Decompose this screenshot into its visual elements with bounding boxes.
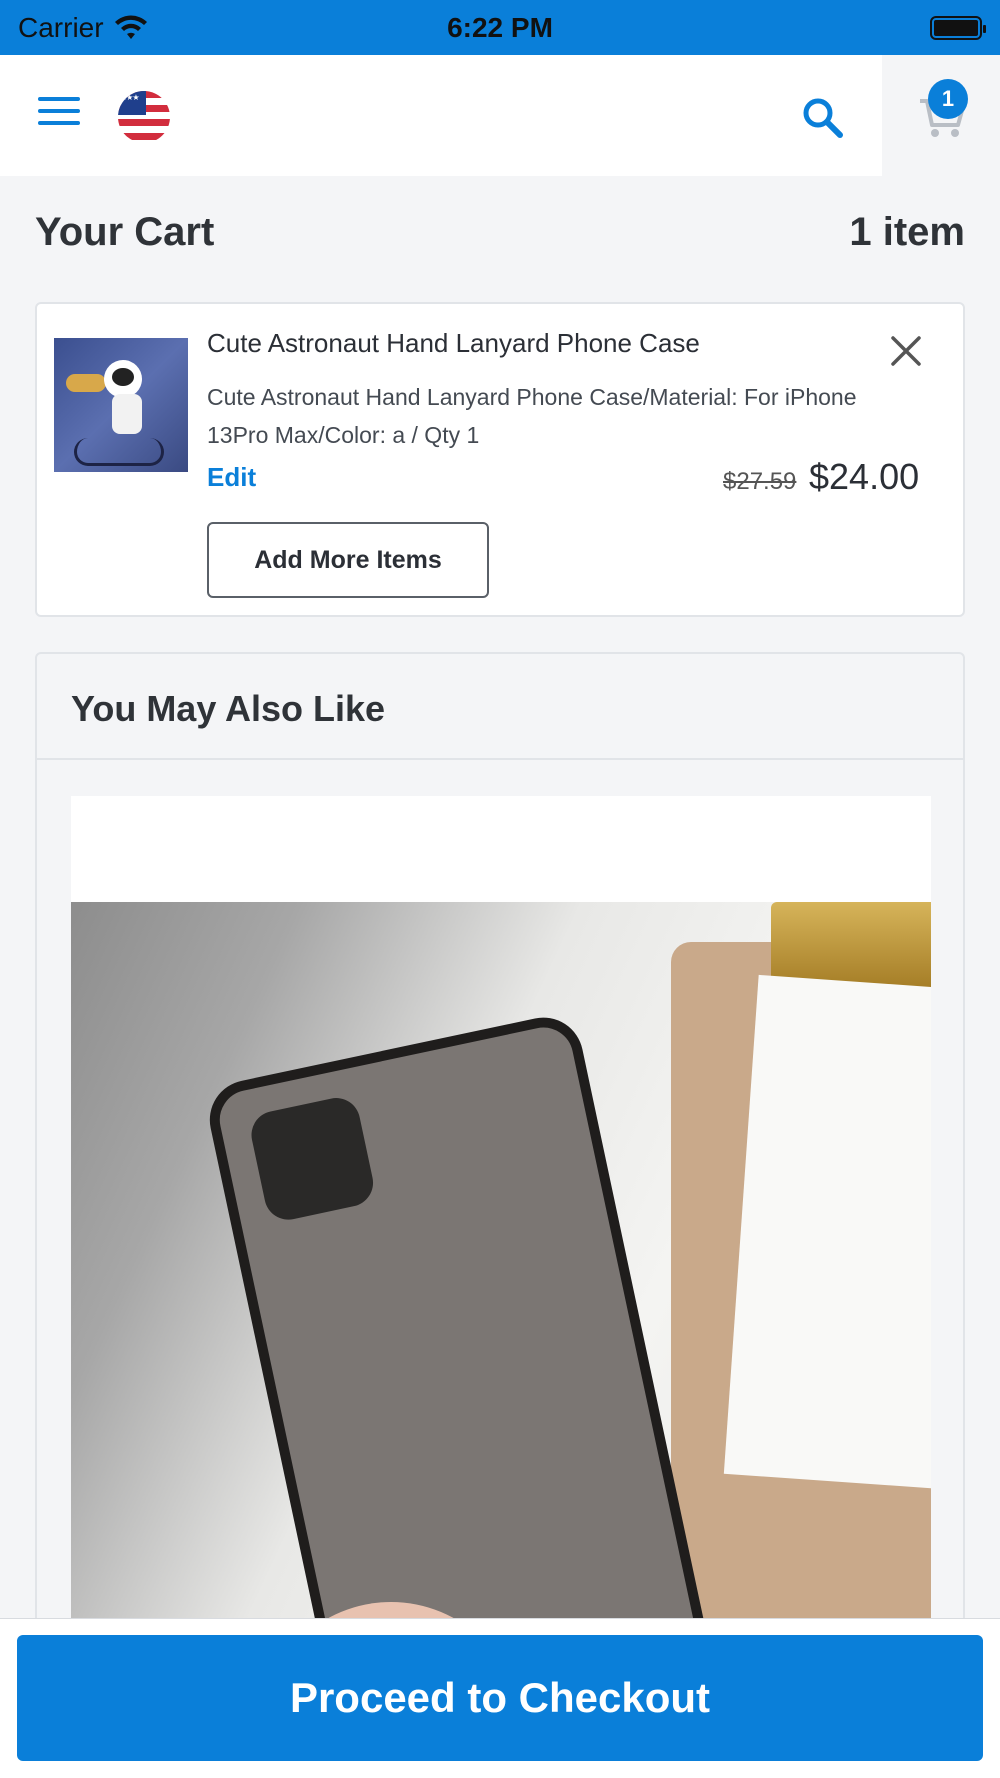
battery-icon bbox=[930, 15, 986, 40]
add-more-items-button[interactable]: Add More Items bbox=[207, 522, 489, 598]
wifi-icon bbox=[114, 15, 147, 39]
product-thumbnail[interactable] bbox=[54, 338, 188, 472]
carrier-label: Carrier bbox=[18, 11, 104, 43]
cart-button[interactable]: 1 bbox=[882, 55, 1000, 176]
cart-item-title[interactable]: Cute Astronaut Hand Lanyard Phone Case bbox=[207, 328, 700, 359]
app-header bbox=[0, 55, 1000, 176]
recommendations-section: You May Also Like bbox=[35, 652, 965, 1778]
search-icon[interactable] bbox=[800, 95, 844, 139]
cart-heading: Your Cart 1 item bbox=[35, 210, 965, 255]
cart-item-count: 1 item bbox=[849, 210, 965, 254]
status-time: 6:22 PM bbox=[447, 11, 553, 43]
cart-count-badge: 1 bbox=[928, 79, 968, 119]
hamburger-icon[interactable] bbox=[38, 97, 80, 129]
us-flag-icon[interactable] bbox=[118, 91, 170, 143]
cart-item-description: Cute Astronaut Hand Lanyard Phone Case/M… bbox=[207, 384, 857, 448]
original-price: $27.59 bbox=[723, 468, 797, 495]
cart-item-card: Cute Astronaut Hand Lanyard Phone Case C… bbox=[35, 302, 965, 617]
status-left: Carrier bbox=[18, 12, 148, 44]
edit-item-link[interactable]: Edit bbox=[207, 462, 256, 493]
status-bar: Carrier 6:22 PM bbox=[0, 0, 1000, 55]
page-title: Your Cart bbox=[35, 210, 215, 254]
checkout-bar: Proceed to Checkout bbox=[0, 1618, 1000, 1778]
recommendations-title: You May Also Like bbox=[37, 654, 963, 760]
sale-price: $24.00 bbox=[809, 456, 920, 497]
remove-item-close-icon[interactable] bbox=[887, 332, 925, 370]
proceed-to-checkout-button[interactable]: Proceed to Checkout bbox=[17, 1635, 983, 1761]
